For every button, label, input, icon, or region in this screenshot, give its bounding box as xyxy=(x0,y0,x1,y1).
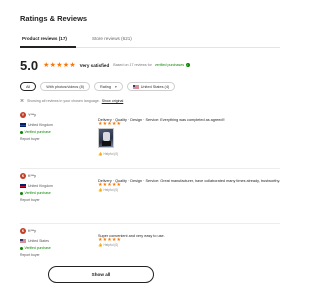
filter-with-photos[interactable]: With photos/videos (8) xyxy=(40,82,91,91)
helpful-button[interactable]: 👍 Helpful (0) xyxy=(98,243,118,247)
thumbs-up-icon: 👍 xyxy=(98,188,103,192)
uk-flag-icon xyxy=(20,184,26,188)
summary-stars: ★ ★ ★ ★ ★ xyxy=(43,62,76,69)
verified-label: Verified purchase xyxy=(24,191,51,195)
review-text: Delivery · Quality · Design · Service: E… xyxy=(98,118,225,122)
review-filters: All With photos/videos (8) Rating ▾ Unit… xyxy=(20,82,176,91)
filter-all[interactable]: All xyxy=(20,82,37,91)
based-on-text: Based on 17 reviews for xyxy=(113,63,152,67)
review-item: Y Y***y United Kingdom Verified purchase… xyxy=(20,112,280,164)
reviewer-name: Y***y xyxy=(28,112,36,117)
reviewer-country: United Kingdom xyxy=(20,184,53,188)
reviewer-country: United States xyxy=(20,239,49,243)
filter-rating-label: Rating xyxy=(100,84,111,89)
language-note-text: Showing all reviews in your chosen langu… xyxy=(27,98,100,103)
filter-rating-dropdown[interactable]: Rating ▾ xyxy=(94,82,123,91)
review-content: ★ ★ ★ ★ ★ Delivery · Quality · Design · … xyxy=(98,112,280,156)
verified-label: Verified purchase xyxy=(24,130,51,134)
rating-summary: 5.0 ★ ★ ★ ★ ★ Very satisfied Based on 17… xyxy=(20,57,190,73)
report-buyer-link[interactable]: Report buyer xyxy=(20,137,40,141)
review-text: Super convenient and very easy to use. xyxy=(98,234,165,238)
show-original-link[interactable]: Show original xyxy=(102,99,124,103)
star-icon: ★ xyxy=(56,61,63,69)
thumbs-up-icon: 👍 xyxy=(98,152,103,156)
us-flag-icon xyxy=(20,239,26,243)
review-photo[interactable] xyxy=(98,128,114,148)
review-text: Delivery · Quality · Design · Service: G… xyxy=(98,179,281,183)
avatar: Y xyxy=(20,112,26,118)
active-tab-indicator xyxy=(20,46,76,48)
verified-label: Verified purchase xyxy=(24,246,51,250)
reviewer-country-label: United Kingdom xyxy=(28,184,53,188)
reviewer-country: United Kingdom xyxy=(20,123,53,127)
language-note: ⌘ Showing all reviews in your chosen lan… xyxy=(20,98,123,103)
reviewer-country-label: United States xyxy=(28,239,50,243)
thumbs-up-icon: 👍 xyxy=(98,243,103,247)
star-icon: ★ xyxy=(69,61,76,69)
check-circle-icon: ✓ xyxy=(185,63,190,67)
sentiment-label: Very satisfied xyxy=(79,62,110,68)
verified-badge: Verified purchase xyxy=(20,191,51,195)
us-flag-icon xyxy=(132,84,139,89)
show-all-button[interactable]: Show all xyxy=(48,266,154,283)
tab-store-reviews[interactable]: Store reviews (621) xyxy=(92,36,132,41)
verified-purchases-link[interactable]: verified purchases ✓ xyxy=(155,63,190,67)
tab-product-reviews[interactable]: Product reviews (17) xyxy=(22,36,67,41)
helpful-label: Helpful (0) xyxy=(103,152,119,156)
verified-purchases-label: verified purchases xyxy=(154,63,185,67)
reviewer-country-label: United Kingdom xyxy=(28,123,53,127)
reviewer-name: K***y xyxy=(28,173,36,178)
helpful-button[interactable]: 👍 Helpful (0) xyxy=(98,188,118,192)
check-circle-icon xyxy=(20,246,23,250)
review-tabs: Product reviews (17) Store reviews (621) xyxy=(20,32,280,48)
check-circle-icon xyxy=(20,130,23,134)
report-buyer-link[interactable]: Report buyer xyxy=(20,253,40,257)
filter-country-label: United States (4) xyxy=(140,84,170,89)
review-content: ★ ★ ★ ★ ★ Delivery · Quality · Design · … xyxy=(98,173,281,192)
avatar: K xyxy=(20,173,26,179)
star-icon: ★ xyxy=(43,61,50,69)
verified-badge: Verified purchase xyxy=(20,246,51,250)
report-buyer-link[interactable]: Report buyer xyxy=(20,198,40,202)
check-circle-icon xyxy=(20,191,23,195)
uk-flag-icon xyxy=(20,123,26,127)
star-icon: ★ xyxy=(62,61,70,69)
average-score: 5.0 xyxy=(20,57,39,73)
verified-badge: Verified purchase xyxy=(20,130,51,134)
divider xyxy=(20,223,280,224)
filter-country[interactable]: United States (4) xyxy=(126,82,176,91)
section-title: Ratings & Reviews xyxy=(20,14,88,23)
avatar: K xyxy=(20,228,26,234)
helpful-label: Helpful (0) xyxy=(103,243,119,247)
review-item: K K***y United States Verified purchase … xyxy=(20,228,280,262)
reviewer-name: K***y xyxy=(28,228,36,233)
language-icon: ⌘ xyxy=(20,98,24,103)
divider xyxy=(20,168,280,169)
helpful-button[interactable]: 👍 Helpful (0) xyxy=(98,152,118,156)
star-icon: ★ xyxy=(49,61,56,69)
star-icon: ★ xyxy=(116,122,121,127)
review-item: K K***y United Kingdom Verified purchase… xyxy=(20,173,280,207)
chevron-down-icon: ▾ xyxy=(115,84,117,89)
review-content: ★ ★ ★ ★ ★ Super convenient and very easy… xyxy=(98,228,280,247)
helpful-label: Helpful (0) xyxy=(103,188,119,192)
